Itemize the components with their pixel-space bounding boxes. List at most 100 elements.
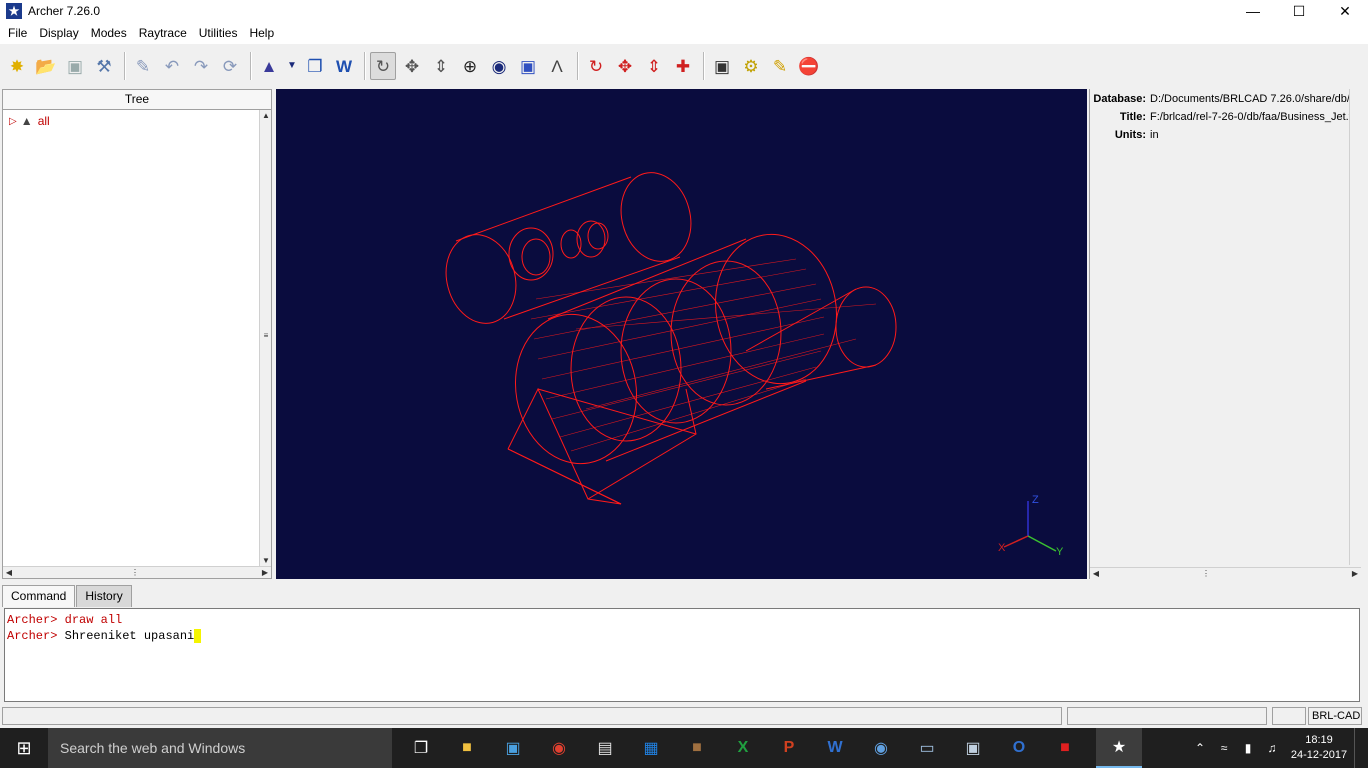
system-tray: ⌃ ≈ ▮ ♫ 18:19 24-12-2017 (1188, 728, 1368, 768)
taskbar-app-12[interactable]: ▭ (904, 728, 950, 768)
console-input[interactable]: Shreeniket upasani (65, 629, 195, 643)
scroll-left-icon[interactable]: ◀ (3, 567, 15, 579)
tree-item-label: all (37, 114, 50, 128)
minimize-icon: — (1246, 3, 1260, 19)
stop-button[interactable]: ⛔ (796, 52, 822, 80)
volume-icon[interactable]: ♫ (1260, 728, 1284, 768)
view-sphere-button[interactable]: ◉ (486, 52, 512, 80)
close-button[interactable]: ✕ (1322, 0, 1368, 22)
center-edit-button[interactable]: ✚ (670, 52, 696, 80)
battery-icon[interactable]: ▮ (1236, 728, 1260, 768)
tree-horizontal-scrollbar[interactable]: ◀ ⋮ ▶ (3, 566, 271, 578)
center-button[interactable]: ⊕ (457, 52, 483, 80)
tray-overflow-icon[interactable]: ⌃ (1188, 728, 1212, 768)
console-command: draw all (64, 613, 123, 627)
scroll-right-icon[interactable]: ▶ (259, 567, 271, 579)
show-desktop-button[interactable] (1354, 728, 1368, 768)
edit-button[interactable]: ✎ (130, 52, 156, 80)
translate-edit-button[interactable]: ✥ (612, 52, 638, 80)
translate-button[interactable]: ✥ (399, 52, 425, 80)
taskbar-powerpoint[interactable]: P (766, 728, 812, 768)
start-button[interactable]: ⊞ (0, 728, 48, 768)
view-cube-button[interactable]: ▣ (515, 52, 541, 80)
info-vertical-scrollbar[interactable] (1349, 89, 1361, 565)
taskbar-word[interactable]: W (812, 728, 858, 768)
menu-utilities[interactable]: Utilities (193, 23, 244, 43)
view-cube-icon: ▣ (519, 56, 537, 76)
w-icon: W (335, 56, 353, 76)
measure-button[interactable]: Λ (544, 52, 570, 80)
tab-command[interactable]: Command (2, 585, 76, 607)
tree-item-all[interactable]: ▷ ▲ all (9, 114, 50, 128)
taskbar-search[interactable]: Search the web and Windows (48, 728, 392, 768)
folder-icon: ■ (462, 739, 472, 756)
preferences-button[interactable]: ⚒ (91, 52, 117, 80)
tree-header: Tree (3, 90, 271, 110)
command-console[interactable]: Archer> draw all Archer> Shreeniket upas… (4, 608, 1360, 702)
taskbar-outlook[interactable]: O (996, 728, 1042, 768)
menu-help[interactable]: Help (243, 23, 280, 43)
wifi-icon[interactable]: ≈ (1212, 728, 1236, 768)
redraw-button[interactable]: ⟳ (217, 52, 243, 80)
redo-button[interactable]: ↷ (188, 52, 214, 80)
clear-button[interactable]: ✎ (767, 52, 793, 80)
taskbar-file-explorer[interactable]: ■ (444, 728, 490, 768)
taskbar-app-5[interactable]: ▦ (628, 728, 674, 768)
toolbar-separator (250, 52, 252, 80)
info-horizontal-scrollbar[interactable]: ◀ ⋮ ▶ (1090, 567, 1361, 579)
scroll-left-icon[interactable]: ◀ (1090, 568, 1102, 579)
view-sphere-icon: ◉ (491, 56, 507, 76)
rotate-edit-button[interactable]: ↻ (583, 52, 609, 80)
menu-file[interactable]: File (2, 23, 33, 43)
tree-vertical-scrollbar[interactable]: ▲ ≡ ▼ (259, 110, 271, 567)
axis-label-y: Y (1056, 546, 1064, 558)
axes-triad: Z Y X (998, 494, 1064, 558)
menu-modes[interactable]: Modes (85, 23, 133, 43)
camera-button[interactable]: ▣ (709, 52, 735, 80)
raise-button[interactable]: ❐ (302, 52, 328, 80)
scale-edit-button[interactable]: ⇕ (641, 52, 667, 80)
taskbar-app-4[interactable]: ▤ (582, 728, 628, 768)
new-button[interactable]: ✸ (4, 52, 30, 80)
db-icon: ▦ (643, 740, 659, 757)
save-button[interactable]: ▣ (62, 52, 88, 80)
minimize-button[interactable]: — (1230, 0, 1276, 22)
scale-icon: ⇕ (433, 56, 449, 76)
expand-arrow-icon[interactable]: ▷ (9, 116, 17, 127)
scroll-grip-icon[interactable]: ≡ (260, 330, 272, 342)
taskbar-archer[interactable]: ★ (1096, 728, 1142, 768)
open-button[interactable]: 📂 (33, 52, 59, 80)
toolbar: ✸ 📂 ▣ ⚒ ✎ ↶ ↷ ⟳ ▲ ▼ ❐ W ↻ ✥ ⇕ ⊕ ◉ ▣ Λ ↻ … (0, 44, 1368, 88)
undo-button[interactable]: ↶ (159, 52, 185, 80)
taskbar-excel[interactable]: X (720, 728, 766, 768)
scroll-grip-icon[interactable]: ⋮ (1200, 568, 1212, 579)
wizard-button[interactable]: ▲ (256, 52, 282, 80)
units-value: in (1150, 129, 1159, 141)
wizard-dropdown[interactable]: ▼ (285, 52, 299, 80)
maximize-icon: ☐ (1292, 2, 1306, 19)
tab-history[interactable]: History (76, 585, 132, 607)
raytrace-button[interactable]: ⚙ (738, 52, 764, 80)
task-view-button[interactable]: ❐ (398, 728, 444, 768)
taskbar-paint[interactable]: ◉ (858, 728, 904, 768)
graphics-viewport[interactable]: Z Y X (276, 89, 1087, 579)
redraw-icon: ⟳ (222, 56, 238, 76)
status-bar: BRL-CAD (0, 705, 1368, 727)
scroll-grip-icon[interactable]: ⋮ (129, 567, 141, 579)
taskbar-app-6[interactable]: ■ (674, 728, 720, 768)
taskbar-acrobat[interactable]: ■ (1042, 728, 1088, 768)
w-button[interactable]: W (331, 52, 357, 80)
rotate-button[interactable]: ↻ (370, 52, 396, 80)
maximize-button[interactable]: ☐ (1276, 0, 1322, 22)
scale-button[interactable]: ⇕ (428, 52, 454, 80)
menu-raytrace[interactable]: Raytrace (133, 23, 193, 43)
open-icon: 📂 (35, 56, 57, 76)
taskbar-chrome[interactable]: ◉ (536, 728, 582, 768)
taskbar-app-2[interactable]: ▣ (490, 728, 536, 768)
scroll-up-icon[interactable]: ▲ (260, 110, 272, 122)
taskbar-clock[interactable]: 18:19 24-12-2017 (1284, 733, 1354, 763)
menu-display[interactable]: Display (33, 23, 84, 43)
scroll-right-icon[interactable]: ▶ (1349, 568, 1361, 579)
taskbar-app-13[interactable]: ▣ (950, 728, 996, 768)
preferences-icon: ⚒ (96, 56, 112, 76)
